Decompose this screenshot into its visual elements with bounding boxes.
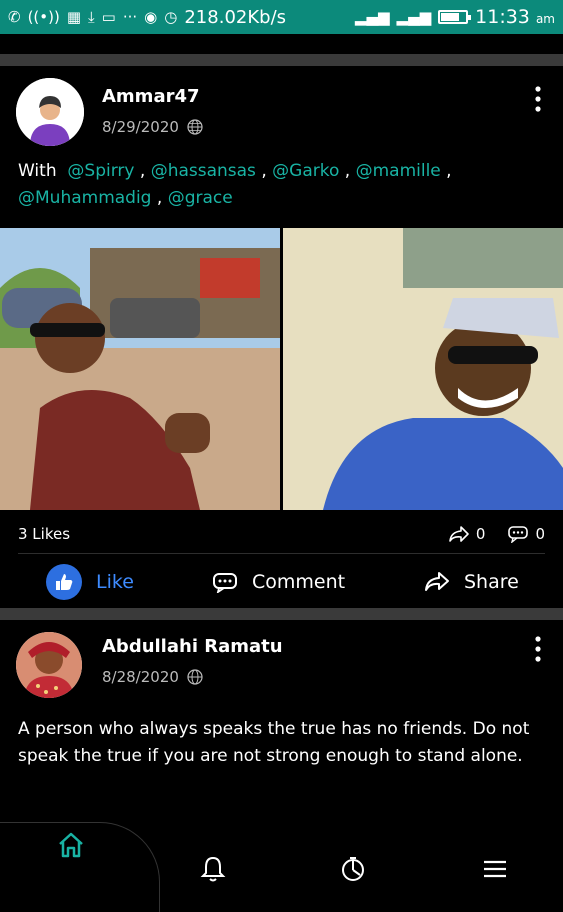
thumbs-up-icon: [46, 564, 82, 600]
comment-icon: [508, 526, 529, 543]
post-caption: A person who always speaks the true has …: [18, 719, 530, 766]
more-options-icon[interactable]: [535, 636, 541, 662]
mention-link[interactable]: @mamille: [356, 161, 441, 181]
comment-icon: [213, 573, 237, 593]
menu-icon[interactable]: [480, 854, 510, 884]
post-photo[interactable]: [0, 228, 280, 510]
network-speed: 218.02Kb/s: [184, 6, 287, 28]
mention-link[interactable]: @Muhammadig: [18, 188, 151, 208]
post-author[interactable]: Ammar47: [102, 86, 200, 107]
comment-button[interactable]: Comment: [212, 571, 345, 593]
home-icon[interactable]: [56, 830, 86, 860]
post-date: 8/29/2020: [102, 118, 203, 136]
share-icon: [425, 572, 449, 591]
post-header: Abdullahi Ramatu 8/28/2020: [0, 620, 563, 698]
mention-link[interactable]: @hassansas: [151, 161, 256, 181]
more-options-icon[interactable]: [535, 86, 541, 112]
post-stats: 3 Likes 0 0: [0, 512, 563, 556]
globe-icon: [187, 119, 203, 135]
like-button[interactable]: Like: [46, 564, 134, 600]
feed-divider: [0, 608, 563, 620]
bottom-navigation: [0, 822, 563, 912]
avatar[interactable]: [16, 632, 82, 698]
laptop-icon: ▭: [101, 7, 116, 26]
mention-link[interactable]: @Spirry: [67, 161, 134, 181]
qr-icon: ▦: [66, 7, 82, 26]
globe-icon: [187, 669, 203, 685]
shares-count[interactable]: 0: [448, 525, 485, 543]
hotspot-icon: ((•)): [27, 7, 60, 26]
alarm-icon: ◷: [164, 7, 178, 26]
activity-icon[interactable]: [338, 854, 368, 884]
mention-link[interactable]: @Garko: [272, 161, 339, 181]
feed-divider: [0, 54, 563, 66]
user-avatar-icon: [16, 78, 84, 146]
feed-post: Abdullahi Ramatu 8/28/2020 A person who …: [0, 620, 563, 830]
post-photo[interactable]: [283, 228, 563, 510]
wifi-icon: ◉: [144, 7, 158, 26]
likes-count[interactable]: 3 Likes: [18, 525, 70, 543]
signal-icon: ▂▄▆: [354, 7, 390, 26]
post-caption: With @Spirry , @hassansas , @Garko , @ma…: [18, 161, 452, 208]
share-button[interactable]: Share: [424, 571, 519, 593]
comments-count[interactable]: 0: [507, 525, 545, 543]
more-icon: ···: [122, 7, 138, 26]
clock: 11:33 am: [475, 6, 555, 28]
whatsapp-icon: ✆: [8, 7, 21, 26]
signal-icon: ▂▄▆: [396, 7, 432, 26]
post-author[interactable]: Abdullahi Ramatu: [102, 636, 283, 657]
post-actions: Like Comment Share: [0, 554, 563, 610]
post-header: Ammar47 8/29/2020: [0, 66, 563, 146]
bell-icon[interactable]: [198, 854, 228, 884]
post-date: 8/28/2020: [102, 668, 203, 686]
post-photos: [0, 228, 563, 510]
previous-post-footer: [0, 34, 563, 54]
share-icon: [449, 526, 469, 542]
feed-post: Ammar47 8/29/2020 With @Spirry , @hassan…: [0, 66, 563, 608]
avatar[interactable]: [16, 78, 84, 146]
status-bar: ✆ ((•)) ▦ ⤓ ▭ ··· ◉ ◷ 218.02Kb/s ▂▄▆ ▂▄▆…: [0, 0, 563, 34]
download-icon: ⤓: [88, 7, 95, 26]
battery-icon: [438, 10, 472, 24]
mention-link[interactable]: @grace: [168, 188, 233, 208]
